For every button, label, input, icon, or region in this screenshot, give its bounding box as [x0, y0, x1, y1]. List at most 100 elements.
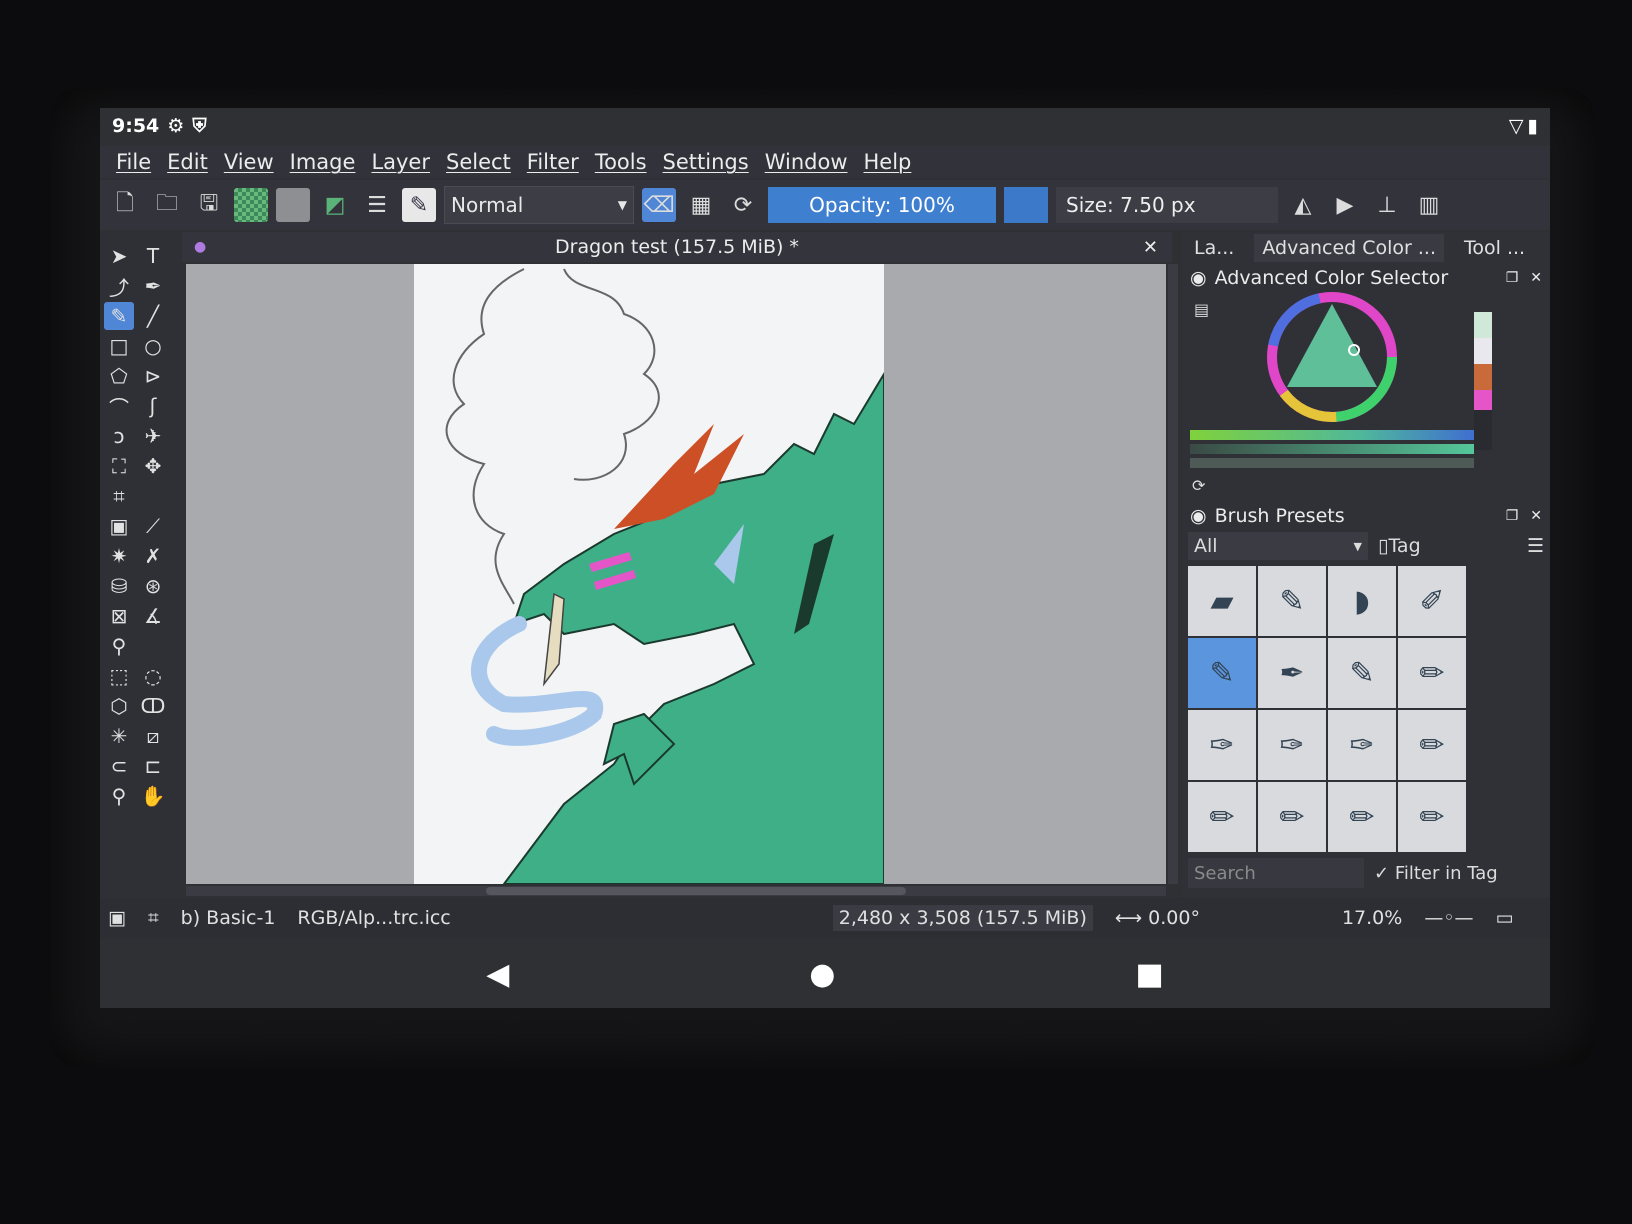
text-tool-icon[interactable]: T: [138, 242, 168, 270]
foreground-color-swatch[interactable]: [1004, 187, 1048, 223]
bezier-tool-icon[interactable]: ⌒: [104, 392, 134, 420]
preset-brush-blue[interactable]: ✏: [1398, 710, 1466, 780]
polygon-select-icon[interactable]: ⬡: [104, 692, 134, 720]
preset-basic-1[interactable]: ✎: [1188, 638, 1256, 708]
fit-screen-icon[interactable]: ▭: [1496, 907, 1514, 929]
zoom-slider[interactable]: —◦—: [1424, 907, 1473, 929]
new-document-icon[interactable]: 🗋: [108, 188, 142, 222]
freehand-path-icon[interactable]: ʃ: [138, 392, 168, 420]
rotation-readout[interactable]: ⟷ 0.00°: [1115, 907, 1200, 929]
magic-wand-icon[interactable]: ✳: [104, 722, 134, 750]
menu-edit[interactable]: Edit: [159, 150, 216, 174]
vertical-scrollbar[interactable]: [1168, 264, 1178, 884]
crop-tool-icon[interactable]: ⌗: [104, 482, 134, 510]
preset-brush-gray[interactable]: ✑: [1258, 710, 1326, 780]
menu-filter[interactable]: Filter: [519, 150, 587, 174]
menu-layer[interactable]: Layer: [363, 150, 438, 174]
calligraphy-icon[interactable]: ✒: [138, 272, 168, 300]
tab-tool-options[interactable]: Tool ...: [1456, 234, 1533, 262]
close-icon[interactable]: ✕: [1530, 270, 1542, 286]
scrollbar-thumb[interactable]: [486, 887, 906, 895]
menu-file[interactable]: File: [108, 150, 159, 174]
menu-window[interactable]: Window: [757, 150, 856, 174]
reload-preset-icon[interactable]: ⟳: [726, 188, 760, 222]
preset-ink[interactable]: ✒: [1258, 638, 1326, 708]
workspace-icon[interactable]: ▥: [1412, 188, 1446, 222]
preset-brush-black[interactable]: ✑: [1188, 710, 1256, 780]
preset-eraser[interactable]: ▰: [1188, 566, 1256, 636]
colorize-mask-icon[interactable]: ✗: [138, 542, 168, 570]
preset-marker[interactable]: ✎: [1258, 566, 1326, 636]
freehand-brush-icon[interactable]: ✎: [104, 302, 134, 330]
reference-pin-icon[interactable]: ⚲: [104, 632, 134, 660]
home-icon[interactable]: ●: [809, 957, 835, 992]
polyline-tool-icon[interactable]: ⊳: [138, 362, 168, 390]
brush-size-slider[interactable]: Size: 7.50 px: [1056, 187, 1278, 223]
preset-pencil-blue[interactable]: ✏: [1188, 782, 1256, 852]
tag-button[interactable]: ▯Tag: [1378, 535, 1421, 557]
preset-pencil-dark[interactable]: ✏: [1328, 782, 1396, 852]
select-shapes-icon[interactable]: ➤: [104, 242, 134, 270]
tab-layers[interactable]: La...: [1186, 234, 1242, 262]
menu-image[interactable]: Image: [282, 150, 364, 174]
recents-icon[interactable]: ■: [1135, 957, 1163, 992]
brush-preview-icon[interactable]: ▣: [108, 907, 126, 929]
preset-pencil-light[interactable]: ✏: [1258, 782, 1326, 852]
pan-tool-icon[interactable]: ✋: [138, 782, 168, 810]
preset-brush-orange[interactable]: ✑: [1328, 710, 1396, 780]
menu-select[interactable]: Select: [438, 150, 519, 174]
blend-mode-select[interactable]: Normal ▼: [444, 186, 634, 224]
horizontal-scrollbar[interactable]: [186, 886, 1166, 896]
view-menu-icon[interactable]: ☰: [1527, 535, 1544, 557]
freehand-select-icon[interactable]: ↀ: [138, 692, 168, 720]
refresh-icon[interactable]: ⟳: [1192, 476, 1205, 495]
zoom-tool-icon[interactable]: ⚲: [104, 782, 134, 810]
rect-select-icon[interactable]: ⬚: [104, 662, 134, 690]
ellipse-select-icon[interactable]: ◌: [138, 662, 168, 690]
polygon-tool-icon[interactable]: ⬠: [104, 362, 134, 390]
filter-in-tag-checkbox[interactable]: ✓ Filter in Tag: [1374, 863, 1498, 884]
measure-tool-icon[interactable]: ∡: [138, 602, 168, 630]
brush-settings-icon[interactable]: ☰: [360, 188, 394, 222]
swap-colors-icon[interactable]: ◩: [318, 188, 352, 222]
magnetic-select-icon[interactable]: ⊏: [138, 752, 168, 780]
wrap-around-icon[interactable]: ⊥: [1370, 188, 1404, 222]
close-icon[interactable]: ✕: [1143, 237, 1158, 258]
preset-search-input[interactable]: Search: [1188, 858, 1364, 888]
move-tool-icon[interactable]: ✥: [138, 452, 168, 480]
preset-airbrush[interactable]: ✐: [1398, 566, 1466, 636]
fill-tool-icon[interactable]: ⛁: [104, 572, 134, 600]
color-wheel[interactable]: [1182, 292, 1550, 502]
line-tool-icon[interactable]: ╱: [138, 302, 168, 330]
pattern-swatch[interactable]: [276, 188, 310, 222]
selection-icon[interactable]: ⌗: [148, 907, 159, 929]
brush-preset-icon[interactable]: ✎: [402, 188, 436, 222]
assistant-tool-icon[interactable]: ⊠: [104, 602, 134, 630]
opacity-slider[interactable]: Opacity: 100%: [768, 187, 996, 223]
save-icon[interactable]: 🖫: [192, 188, 226, 222]
gradient-tool-icon[interactable]: ▣: [104, 512, 134, 540]
preset-pencil-beige[interactable]: ✏: [1398, 782, 1466, 852]
enclose-fill-icon[interactable]: ⊛: [138, 572, 168, 600]
document-tab[interactable]: ● Dragon test (157.5 MiB) * ✕: [182, 232, 1172, 262]
eraser-mode-icon[interactable]: ⌫: [642, 188, 676, 222]
mirror-horizontal-icon[interactable]: ◭: [1286, 188, 1320, 222]
docker-lock-icon[interactable]: ◉: [1190, 505, 1207, 527]
rectangle-tool-icon[interactable]: □: [104, 332, 134, 360]
ellipse-tool-icon[interactable]: ○: [138, 332, 168, 360]
multibrush-icon[interactable]: ✈: [138, 422, 168, 450]
back-icon[interactable]: ◀: [486, 957, 509, 992]
menu-settings[interactable]: Settings: [655, 150, 757, 174]
preset-pencil-gray[interactable]: ✏: [1398, 638, 1466, 708]
canvas-area[interactable]: [186, 264, 1166, 884]
open-folder-icon[interactable]: 🗀: [150, 188, 184, 222]
color-picker-icon[interactable]: ⟋: [138, 512, 168, 540]
preserve-alpha-icon[interactable]: ▦: [684, 188, 718, 222]
preset-blender[interactable]: ◗: [1328, 566, 1396, 636]
docker-lock-icon[interactable]: ◉: [1190, 267, 1207, 289]
dynamic-brush-icon[interactable]: ↄ: [104, 422, 134, 450]
advanced-color-selector[interactable]: ▤ ⟳: [1182, 292, 1550, 502]
canvas-paper[interactable]: [414, 264, 884, 884]
mirror-vertical-icon[interactable]: ▶: [1328, 188, 1362, 222]
edit-shapes-icon[interactable]: ⤴: [104, 272, 134, 300]
